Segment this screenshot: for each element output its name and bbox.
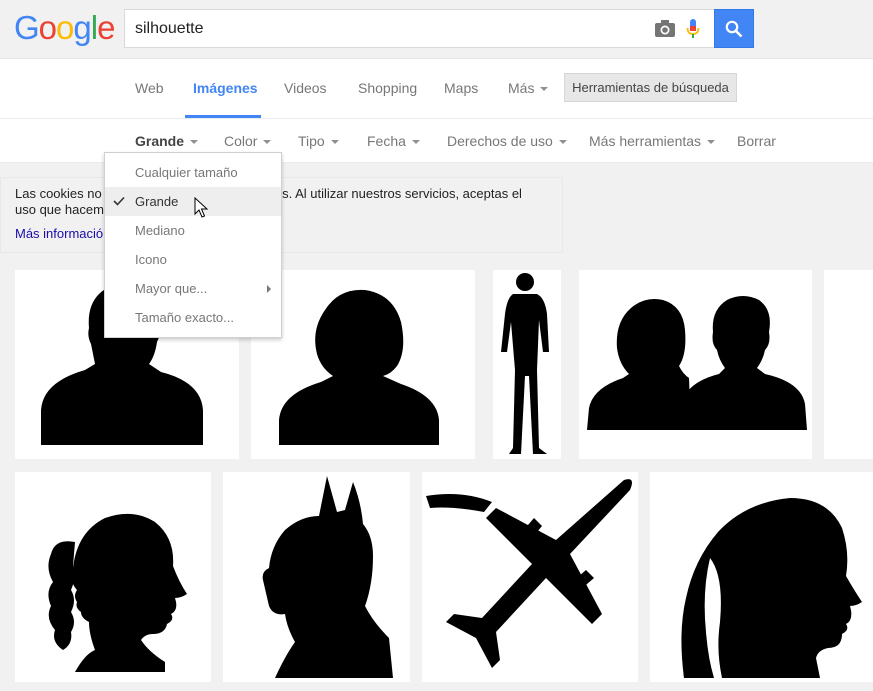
filter-size[interactable]: Grande	[135, 133, 199, 149]
tab-images[interactable]: Imágenes	[193, 80, 258, 96]
filter-type-label: Tipo	[298, 133, 325, 149]
microphone-icon[interactable]	[685, 18, 701, 40]
search-input[interactable]	[135, 16, 635, 42]
logo-letter: o	[56, 9, 74, 46]
size-option-icon[interactable]: Icono	[105, 245, 281, 274]
female-silhouette-image	[279, 289, 439, 445]
search-tabs: Web Imágenes Videos Shopping Maps Más He…	[0, 59, 873, 119]
image-result[interactable]	[223, 472, 410, 682]
standing-man-silhouette-image	[501, 273, 549, 454]
tab-maps[interactable]: Maps	[444, 80, 478, 96]
filter-more-tools-label: Más herramientas	[589, 133, 702, 149]
airplane-silhouette-image	[426, 479, 632, 668]
size-option-larger-than[interactable]: Mayor que...	[105, 274, 281, 303]
size-option-medium[interactable]: Mediano	[105, 216, 281, 245]
filter-usage-rights-label: Derechos de uso	[447, 133, 553, 149]
batman-silhouette-image	[262, 476, 393, 678]
chevron-down-icon	[707, 140, 716, 145]
size-dropdown-menu: Cualquier tamaño Grande Mediano Icono Ma…	[104, 152, 282, 338]
image-result[interactable]	[251, 270, 475, 459]
chevron-down-icon	[330, 140, 339, 145]
chevron-down-icon	[190, 140, 199, 145]
size-option-any[interactable]: Cualquier tamaño	[105, 158, 281, 187]
google-logo[interactable]: Google	[14, 9, 115, 46]
search-box	[124, 9, 714, 48]
image-result[interactable]	[15, 472, 211, 682]
tab-shopping[interactable]: Shopping	[358, 80, 417, 96]
size-option-larger-than-label: Mayor que...	[135, 281, 208, 296]
woman-profile-silhouette-image	[681, 498, 862, 678]
girl-ponytail-silhouette-image	[48, 513, 187, 672]
tab-videos[interactable]: Videos	[284, 80, 327, 96]
tab-web[interactable]: Web	[135, 80, 164, 96]
logo-letter: o	[38, 9, 57, 46]
chevron-down-icon	[540, 87, 549, 92]
logo-letter: e	[97, 9, 115, 46]
search-tools-button[interactable]: Herramientas de búsqueda	[564, 73, 737, 102]
filter-date-label: Fecha	[367, 133, 406, 149]
active-tab-indicator	[185, 115, 261, 118]
filter-usage-rights[interactable]: Derechos de uso	[447, 133, 567, 149]
check-icon	[113, 196, 125, 206]
search-button[interactable]	[714, 9, 754, 48]
mouse-cursor-icon	[194, 197, 208, 218]
chevron-down-icon	[263, 140, 272, 145]
size-option-large[interactable]: Grande	[105, 187, 281, 216]
filter-clear[interactable]: Borrar	[737, 133, 776, 149]
filter-color-label: Color	[224, 133, 258, 149]
chevron-down-icon	[411, 140, 420, 145]
filter-date[interactable]: Fecha	[367, 133, 420, 149]
filter-size-label: Grande	[135, 133, 185, 149]
image-result[interactable]	[579, 270, 812, 459]
logo-letter: g	[73, 9, 91, 46]
tab-more-label: Más	[508, 80, 535, 96]
chevron-right-icon	[267, 285, 271, 293]
chevron-down-icon	[558, 140, 567, 145]
image-result[interactable]	[493, 270, 561, 459]
cookie-text-b: rvicios. Al utilizar nuestros servicios,…	[251, 186, 522, 201]
search-icon	[725, 20, 743, 37]
cookie-text-a: Las cookies no	[15, 186, 102, 201]
size-option-exact[interactable]: Tamaño exacto...	[105, 303, 281, 332]
size-option-large-label: Grande	[135, 194, 179, 209]
image-result[interactable]	[824, 270, 873, 459]
logo-letter: G	[14, 9, 40, 46]
filter-color[interactable]: Color	[224, 133, 272, 149]
camera-icon[interactable]	[653, 18, 677, 40]
tab-more[interactable]: Más	[508, 80, 549, 96]
couple-silhouette-image	[587, 296, 807, 430]
image-result[interactable]	[650, 472, 873, 682]
image-result[interactable]	[422, 472, 638, 682]
filter-more-tools[interactable]: Más herramientas	[589, 133, 716, 149]
header: Google	[0, 0, 873, 59]
filter-type[interactable]: Tipo	[298, 133, 339, 149]
